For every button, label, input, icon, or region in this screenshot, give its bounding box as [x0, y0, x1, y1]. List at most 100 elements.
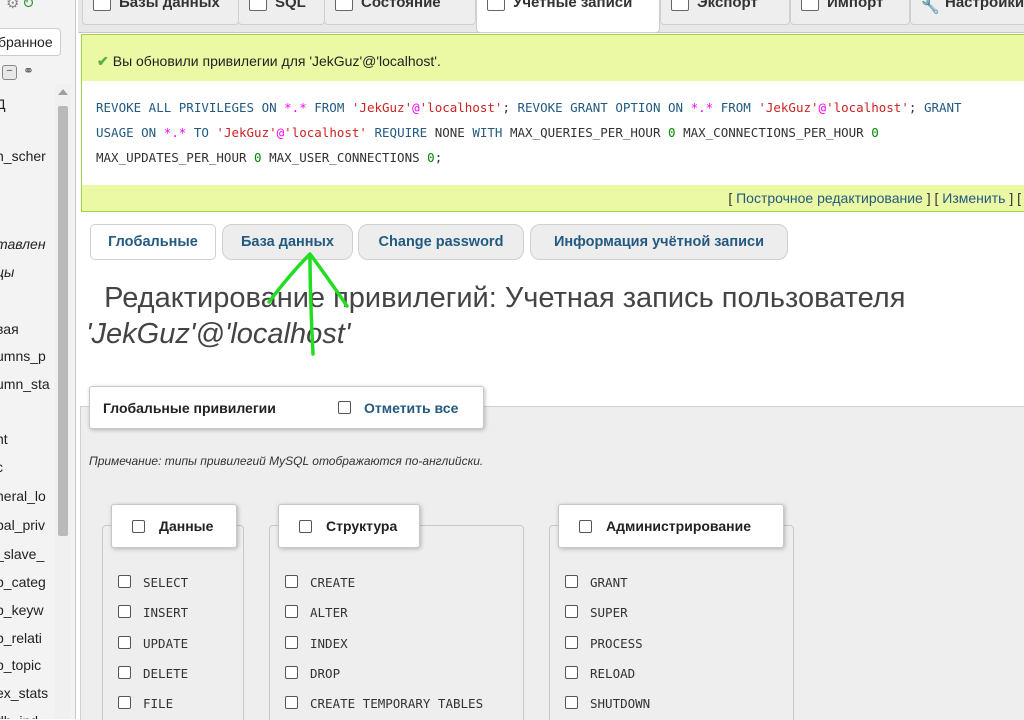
tab-export[interactable]: Экспорт: [660, 0, 790, 25]
gear-icon[interactable]: ⚙: [6, 0, 19, 12]
inline-edit-link[interactable]: Построчное редактирование: [736, 190, 923, 206]
collapse-all-icon[interactable]: −: [2, 65, 17, 80]
nav-tree-item[interactable]: db_ind: [0, 712, 38, 719]
nav-tree-item[interactable]: Д: [0, 95, 5, 113]
success-message-box: ✔ Вы обновили привилегии для 'JekGuz'@'lo…: [81, 34, 1024, 212]
privilege-label[interactable]: PROCESS: [590, 636, 643, 651]
privilege-row: INDEX: [285, 636, 348, 651]
privilege-checkbox[interactable]: [565, 696, 578, 709]
privilege-row: SHUTDOWN: [565, 696, 650, 711]
privilege-label[interactable]: FILE: [143, 696, 173, 711]
privilege-label[interactable]: ALTER: [310, 605, 348, 620]
export-icon: [671, 0, 689, 12]
privilege-row: DELETE: [118, 666, 188, 681]
group-checkbox[interactable]: [579, 520, 592, 533]
privilege-checkbox[interactable]: [285, 636, 298, 649]
wrench-icon: 🔧: [921, 0, 940, 16]
privilege-checkbox[interactable]: [285, 696, 298, 709]
group-title[interactable]: Данные: [159, 518, 213, 534]
nav-tree-item[interactable]: p_topic: [0, 656, 41, 674]
scroll-up-icon[interactable]: [58, 89, 68, 95]
sql-query-box: REVOKE ALL PRIVILEGES ON *.* FROM 'JekGu…: [82, 81, 1024, 185]
privilege-row: PROCESS: [565, 636, 643, 651]
nav-tree-item[interactable]: _slave_: [0, 545, 44, 563]
checkmark-icon: ✔: [97, 53, 109, 69]
privilege-label[interactable]: UPDATE: [143, 636, 188, 651]
sql-edit-links: [ Построчное редактирование ] [ Изменить…: [728, 190, 1021, 206]
privilege-label[interactable]: GRANT: [590, 575, 628, 590]
privilege-label[interactable]: SHUTDOWN: [590, 696, 650, 711]
link-icon[interactable]: ⚭: [23, 63, 34, 79]
subtab-global[interactable]: Глобальные: [90, 224, 216, 260]
tab-label: Настройки: [945, 0, 1024, 11]
privilege-label[interactable]: INSERT: [143, 605, 188, 620]
privilege-checkbox[interactable]: [118, 605, 131, 618]
global-privileges-legend: Глобальные привилегии Отметить все: [89, 386, 484, 429]
privilege-checkbox[interactable]: [285, 605, 298, 618]
privilege-checkbox[interactable]: [118, 666, 131, 679]
nav-tree-item[interactable]: c: [0, 458, 3, 476]
nav-tree-item[interactable]: n_scher: [0, 147, 46, 165]
nav-tree-item[interactable]: umns_p: [0, 347, 46, 365]
nav-tree-item[interactable]: nt: [0, 430, 8, 448]
page-title: Редактирование привилегий: Учетная запис…: [86, 280, 1018, 352]
privilege-label[interactable]: SELECT: [143, 575, 188, 590]
nav-tree-item[interactable]: p_keyw: [0, 601, 43, 619]
privilege-label[interactable]: DROP: [310, 666, 340, 681]
privilege-checkbox[interactable]: [118, 696, 131, 709]
privilege-checkbox[interactable]: [285, 575, 298, 588]
edit-link[interactable]: Изменить: [942, 190, 1005, 206]
check-all-label[interactable]: Отметить все: [364, 400, 458, 416]
main-tabbar: Базы данных SQL Состояние Учетные записи…: [78, 0, 1024, 33]
privilege-row: FILE: [118, 696, 173, 711]
privilege-label[interactable]: INDEX: [310, 636, 348, 651]
success-message: ✔ Вы обновили привилегии для 'JekGuz'@'lo…: [97, 53, 441, 70]
privilege-group-box: [269, 525, 524, 720]
scrollbar-thumb[interactable]: [58, 106, 68, 536]
nav-tree-item[interactable]: цы: [0, 263, 14, 281]
tab-settings[interactable]: 🔧 Настройки: [910, 0, 1024, 25]
nav-tree-item[interactable]: umn_sta: [0, 375, 50, 393]
subtab-account-info[interactable]: Информация учётной записи: [530, 224, 788, 260]
privilege-label[interactable]: CREATE: [310, 575, 355, 590]
group-title[interactable]: Структура: [326, 518, 397, 534]
privilege-checkbox[interactable]: [118, 636, 131, 649]
subtab-change-password[interactable]: Change password: [358, 224, 524, 260]
tab-status[interactable]: Состояние: [324, 0, 476, 25]
tab-sql[interactable]: SQL: [238, 0, 325, 25]
page-title-text: Редактирование привилегий: Учетная запис…: [104, 282, 906, 314]
privilege-label[interactable]: SUPER: [590, 605, 628, 620]
privilege-group-box: [102, 525, 244, 720]
privilege-checkbox[interactable]: [565, 575, 578, 588]
group-checkbox[interactable]: [299, 520, 312, 533]
check-all-checkbox[interactable]: [338, 401, 351, 414]
nav-tree-item[interactable]: bal_priv: [0, 516, 45, 534]
privilege-label[interactable]: RELOAD: [590, 666, 635, 681]
tab-databases[interactable]: Базы данных: [82, 0, 239, 25]
privilege-checkbox[interactable]: [118, 575, 131, 588]
privilege-checkbox[interactable]: [565, 666, 578, 679]
reload-icon[interactable]: ↻: [22, 0, 35, 12]
nav-tree-item[interactable]: p_categ: [0, 573, 46, 591]
group-checkbox[interactable]: [132, 520, 145, 533]
privilege-checkbox[interactable]: [285, 666, 298, 679]
privilege-group-box: [549, 525, 794, 720]
nav-scrollbar[interactable]: [55, 84, 71, 719]
nav-tree-item[interactable]: p_relati: [0, 629, 42, 647]
database-icon: [93, 0, 111, 12]
privilege-label[interactable]: CREATE TEMPORARY TABLES: [310, 696, 483, 711]
nav-controls: − ⚭: [0, 63, 60, 83]
privilege-label[interactable]: DELETE: [143, 666, 188, 681]
privilege-checkbox[interactable]: [565, 605, 578, 618]
privilege-group-legend: Структура: [278, 504, 420, 548]
nav-tree-item[interactable]: тавлен: [0, 235, 46, 253]
group-title[interactable]: Администрирование: [606, 518, 751, 534]
tab-import[interactable]: Импорт: [790, 0, 910, 25]
nav-tree-item[interactable]: вая: [0, 320, 19, 338]
privilege-checkbox[interactable]: [565, 636, 578, 649]
nav-tree-item[interactable]: ex_stats: [0, 684, 48, 702]
tab-user-accounts[interactable]: Учетные записи: [476, 0, 660, 33]
privilege-row: INSERT: [118, 605, 188, 620]
favorites-tab[interactable]: бранное: [0, 28, 61, 56]
nav-tree-item[interactable]: neral_lo: [0, 487, 46, 505]
